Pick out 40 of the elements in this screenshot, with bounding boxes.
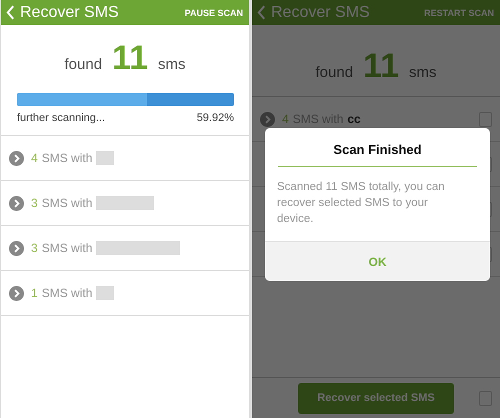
screen-title: Recover SMS xyxy=(20,4,120,22)
redacted-contact xyxy=(96,196,154,210)
sms-count: 1 xyxy=(31,286,38,300)
percent-text: 59.92% xyxy=(196,112,234,126)
sms-count: 4 xyxy=(31,151,38,165)
row-label: SMS with xyxy=(42,241,92,255)
restart-scan-button[interactable]: RESTART SCAN xyxy=(424,8,494,18)
sms-group-row[interactable]: 3 SMS with xyxy=(1,226,249,271)
redacted-contact xyxy=(96,286,114,300)
sms-count: 3 xyxy=(31,241,38,255)
dialog-message: Scanned 11 SMS totally, you can recover selected SMS to your device. xyxy=(277,180,446,227)
checkbox[interactable] xyxy=(479,112,492,126)
chevron-icon xyxy=(9,286,24,300)
screen-title: Recover SMS xyxy=(271,4,371,22)
dialog-title: Scan Finished xyxy=(278,128,477,167)
unit-label: sms xyxy=(158,56,186,73)
sms-count: 4 xyxy=(282,112,289,126)
ok-button[interactable]: OK xyxy=(265,241,490,281)
contact-name: cc xyxy=(347,112,361,126)
sms-group-row[interactable]: 4 SMS with xyxy=(1,136,249,181)
chevron-icon xyxy=(9,150,24,166)
sms-group-row[interactable]: 1 SMS with xyxy=(1,271,249,316)
chevron-icon xyxy=(9,240,24,256)
back-icon[interactable] xyxy=(257,5,266,20)
status-text: further scanning... xyxy=(17,112,106,126)
found-count: 11 xyxy=(112,39,148,78)
pause-scan-button[interactable]: PAUSE SCAN xyxy=(184,8,243,18)
redacted-contact xyxy=(96,151,114,165)
unit-label: sms xyxy=(409,64,436,81)
found-label: found xyxy=(316,64,354,81)
found-count: 11 xyxy=(363,47,399,86)
sms-group-row[interactable]: 3 SMS with xyxy=(1,181,249,226)
back-icon[interactable] xyxy=(6,5,15,20)
sms-count: 3 xyxy=(31,196,38,210)
recover-button[interactable]: Recover selected SMS xyxy=(298,382,454,414)
row-label: SMS with xyxy=(42,286,92,300)
row-label: SMS with xyxy=(42,196,92,210)
chevron-icon xyxy=(9,196,24,210)
row-label: SMS with xyxy=(42,151,92,165)
found-label: found xyxy=(64,56,102,73)
